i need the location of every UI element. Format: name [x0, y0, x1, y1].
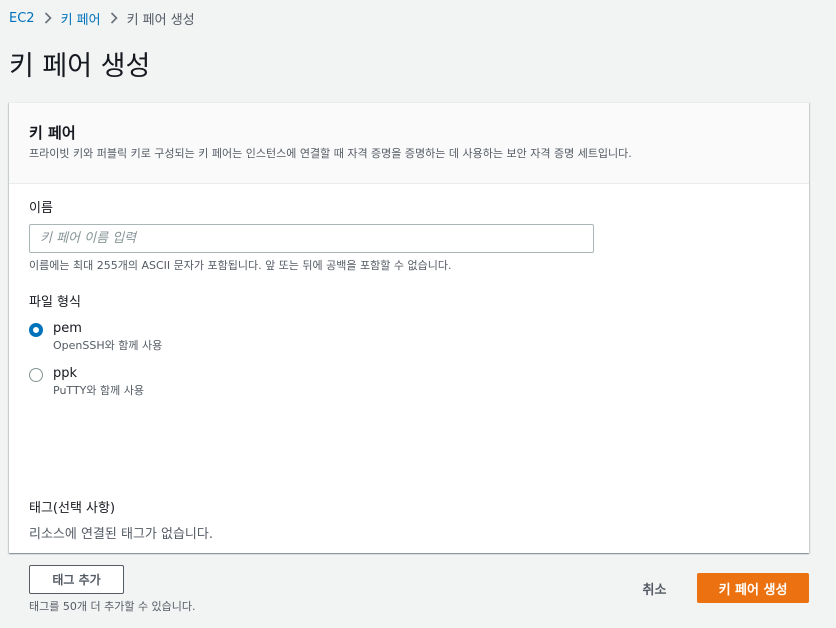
key-pair-panel: 키 페어 프라이빗 키와 퍼블릭 키로 구성되는 키 페어는 인스턴스에 연결할… — [9, 102, 809, 613]
panel-header: 키 페어 프라이빗 키와 퍼블릭 키로 구성되는 키 페어는 인스턴스에 연결할… — [9, 103, 809, 184]
chevron-right-icon — [35, 12, 61, 24]
radio-option-label: pem — [53, 321, 82, 336]
name-label: 이름 — [29, 201, 53, 216]
radio-option-label: ppk — [53, 366, 78, 381]
tags-empty-message: 리소스에 연결된 태그가 없습니다. — [29, 527, 213, 542]
name-hint: 이름에는 최대 255개의 ASCII 문자가 포함됩니다. 앞 또는 뒤에 공… — [29, 259, 452, 272]
chevron-right-icon — [101, 12, 127, 24]
radio-option-description: OpenSSH와 함께 사용 — [53, 339, 163, 352]
breadcrumb-current: 키 페어 생성 — [126, 12, 195, 28]
create-key-pair-button[interactable]: 키 페어 생성 — [697, 573, 809, 603]
breadcrumb: EC2 키 페어 키 페어 생성 — [9, 9, 195, 28]
page-title: 키 페어 생성 — [9, 51, 151, 82]
radio-text: pem OpenSSH와 함께 사용 — [53, 320, 162, 354]
breadcrumb-key-pairs-link[interactable]: 키 페어 — [61, 9, 101, 28]
radio-selected-icon[interactable] — [29, 323, 43, 337]
radio-option-description: PuTTY와 함께 사용 — [53, 384, 144, 397]
cancel-button[interactable]: 취소 — [632, 574, 677, 602]
panel-description: 프라이빗 키와 퍼블릭 키로 구성되는 키 페어는 인스턴스에 연결할 때 자격… — [29, 147, 632, 160]
breadcrumb-ec2-link[interactable]: EC2 — [9, 11, 35, 26]
radio-text: ppk PuTTY와 함께 사용 — [53, 365, 144, 399]
radio-unselected-icon[interactable] — [29, 368, 43, 382]
tags-label: 태그(선택 사항) — [29, 501, 116, 516]
panel-title: 키 페어 — [29, 124, 76, 142]
file-format-label: 파일 형식 — [29, 295, 81, 310]
tags-hint: 태그를 50개 더 추가할 수 있습니다. — [29, 600, 196, 613]
radio-option-ppk[interactable]: ppk PuTTY와 함께 사용 — [29, 365, 144, 399]
key-pair-name-input[interactable] — [29, 224, 594, 253]
radio-option-pem[interactable]: pem OpenSSH와 함께 사용 — [29, 320, 162, 354]
add-tag-button[interactable]: 태그 추가 — [29, 565, 124, 594]
